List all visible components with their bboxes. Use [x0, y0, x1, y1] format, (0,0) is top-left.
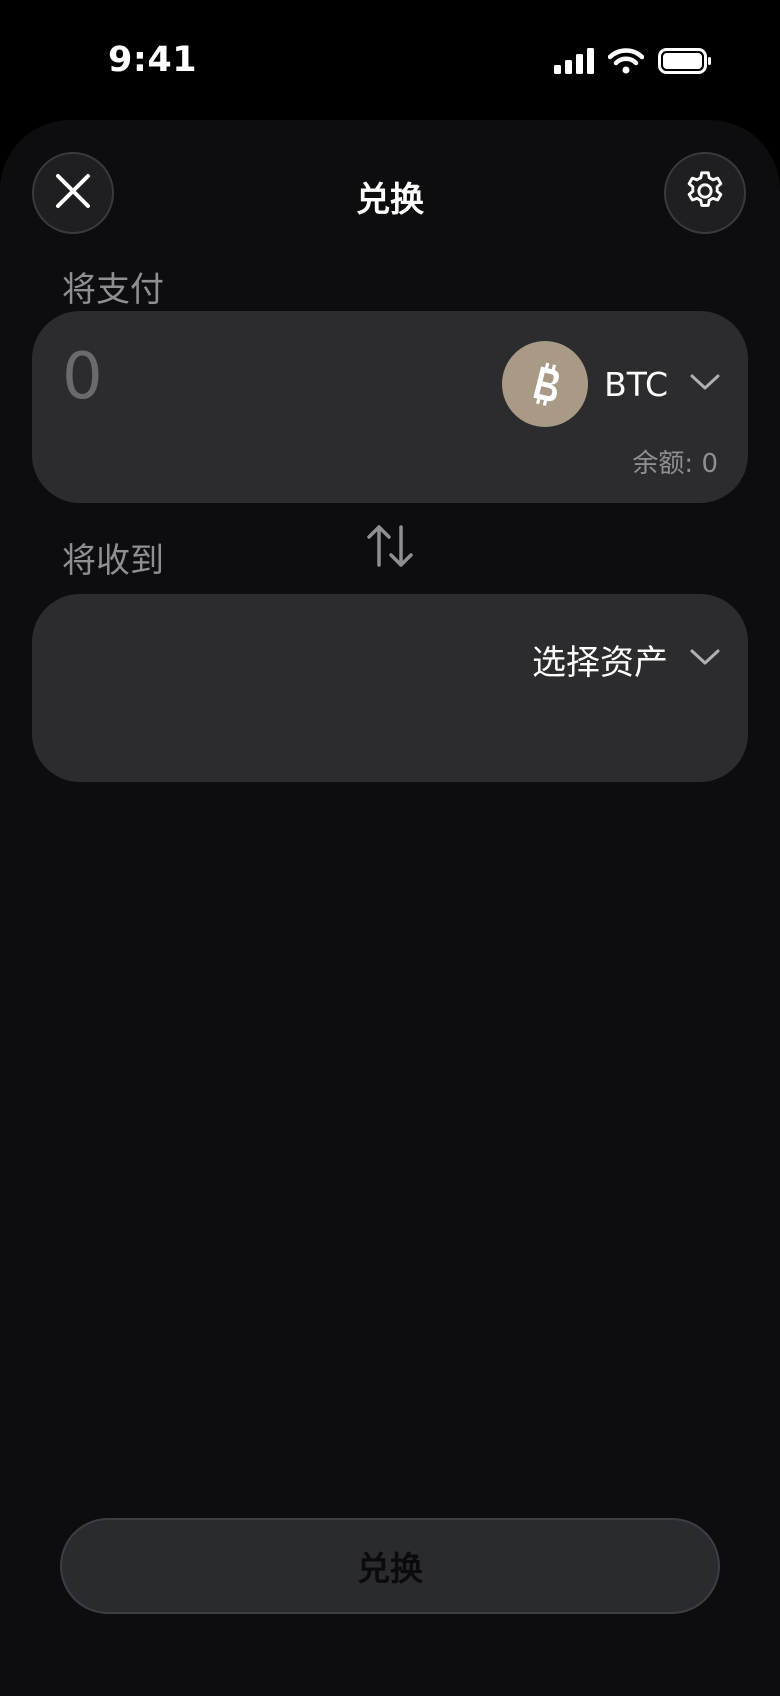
cellular-signal-icon [554, 48, 594, 78]
swap-submit-label: 兑换 [357, 1549, 423, 1588]
status-time: 9:41 [108, 40, 198, 80]
pay-card: 0 BTC 余额: 0 [32, 311, 748, 503]
chevron-down-icon [690, 373, 720, 395]
settings-button[interactable] [664, 152, 746, 234]
select-asset-label: 选择资产 [532, 642, 668, 683]
receive-asset-selector[interactable]: 选择资产 [532, 634, 720, 684]
bitcoin-icon [502, 341, 589, 427]
pay-asset-symbol: BTC [604, 364, 668, 404]
pay-asset-selector[interactable]: BTC [502, 341, 720, 427]
receive-section-label: 将收到 [62, 541, 164, 581]
wifi-icon [607, 48, 645, 78]
status-bar: 9:41 [0, 0, 780, 120]
gear-icon [682, 168, 728, 218]
pay-balance: 余额: 0 [632, 449, 718, 479]
pay-section-label: 将支付 [62, 270, 164, 310]
page-title: 兑换 [356, 180, 424, 220]
receive-card: 选择资产 [32, 594, 748, 782]
swap-submit-button[interactable]: 兑换 [60, 1518, 720, 1614]
swap-direction-button[interactable] [362, 520, 418, 576]
swap-arrows-icon [364, 523, 416, 573]
chevron-down-icon [690, 648, 720, 670]
status-icons [554, 46, 712, 80]
battery-icon [658, 48, 712, 78]
pay-amount-input[interactable]: 0 [62, 345, 103, 409]
